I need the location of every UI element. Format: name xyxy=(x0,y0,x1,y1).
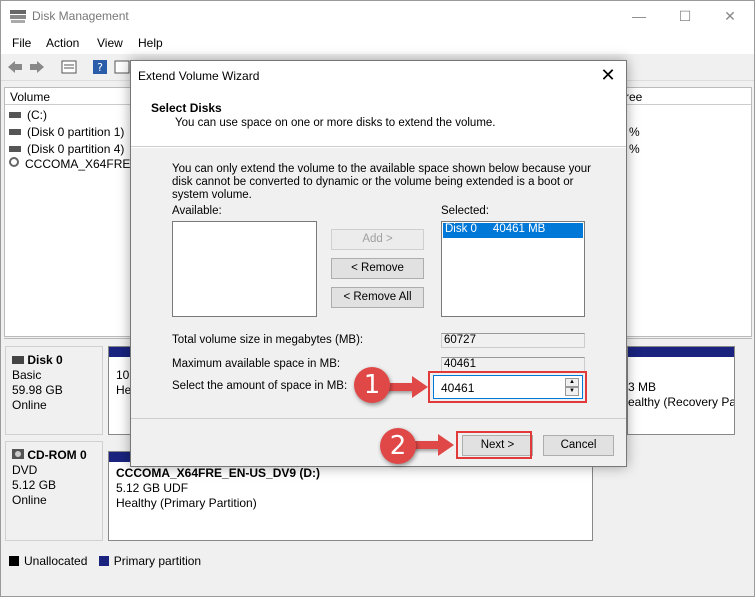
maximize-button[interactable]: ☐ xyxy=(662,1,708,32)
selected-disks-list[interactable]: Disk 0 40461 MB xyxy=(441,221,585,317)
close-button[interactable]: ✕ xyxy=(707,1,753,32)
available-disks-list[interactable] xyxy=(172,221,317,317)
add-button[interactable]: Add > xyxy=(331,229,424,250)
total-size-label: Total volume size in megabytes (MB): xyxy=(172,334,364,346)
svg-text:?: ? xyxy=(97,61,103,74)
cdrom-icon xyxy=(12,449,24,459)
cdrom-0-label[interactable]: CD-ROM 0 DVD 5.12 GB Online xyxy=(5,441,103,541)
max-space-value: 40461 xyxy=(441,357,585,372)
cd-icon xyxy=(9,157,19,167)
cancel-button[interactable]: Cancel xyxy=(543,435,614,456)
disk-0-partition[interactable]: 10 He xyxy=(108,346,132,435)
dialog-header: Select Disks You can use space on one or… xyxy=(131,91,626,147)
remove-button[interactable]: < Remove xyxy=(331,258,424,279)
menu-file[interactable]: File xyxy=(12,36,31,50)
volume-row[interactable]: (Disk 0 partition 1) xyxy=(9,125,124,139)
free-percent: % xyxy=(629,142,640,156)
properties-icon[interactable] xyxy=(61,59,77,75)
step-1-badge: 1 xyxy=(354,367,390,403)
dialog-title: Extend Volume Wizard xyxy=(138,69,260,83)
menu-action[interactable]: Action xyxy=(46,36,79,50)
extend-volume-wizard-dialog: Extend Volume Wizard ✕ Select Disks You … xyxy=(130,60,627,467)
window-title: Disk Management xyxy=(32,9,129,23)
minimize-button[interactable]: — xyxy=(616,1,662,32)
next-highlight xyxy=(456,431,532,459)
column-free-percent[interactable]: ree xyxy=(625,90,642,104)
selected-disk-item[interactable]: Disk 0 40461 MB xyxy=(443,223,583,238)
column-volume[interactable]: Volume xyxy=(10,90,50,104)
forward-arrow-icon[interactable] xyxy=(29,59,45,75)
info-text: You can only extend the volume to the av… xyxy=(172,163,591,201)
available-label: Available: xyxy=(172,205,222,217)
unallocated-swatch xyxy=(9,556,19,566)
selected-label: Selected: xyxy=(441,205,489,217)
title-bar: Disk Management — ☐ ✕ xyxy=(1,1,754,32)
volume-icon xyxy=(9,146,21,152)
menu-bar: File Action View Help xyxy=(1,32,754,54)
volume-row[interactable]: (C:) xyxy=(9,108,47,122)
remove-all-button[interactable]: < Remove All xyxy=(331,287,424,308)
view-icon[interactable] xyxy=(114,59,130,75)
volume-row[interactable]: CCCOMA_X64FRE... xyxy=(9,157,140,171)
disk-0-recovery-partition[interactable]: 3 MB ealthy (Recovery Pa xyxy=(627,346,735,435)
legend: Unallocated Primary partition xyxy=(9,554,201,568)
free-percent: % xyxy=(629,125,640,139)
disk-0-label[interactable]: Disk 0 Basic 59.98 GB Online xyxy=(5,346,103,435)
dialog-heading: Select Disks xyxy=(151,101,222,115)
back-arrow-icon[interactable] xyxy=(7,59,23,75)
volume-row[interactable]: (Disk 0 partition 4) xyxy=(9,142,124,156)
dialog-footer: Next > Cancel xyxy=(131,418,626,466)
help-icon[interactable]: ? xyxy=(92,59,108,75)
volume-icon xyxy=(9,112,21,118)
disk-management-icon xyxy=(10,10,26,23)
disk-icon xyxy=(12,356,24,364)
amount-label: Select the amount of space in MB: xyxy=(172,380,348,392)
step-2-badge: 2 xyxy=(380,428,416,464)
dialog-subheading: You can use space on one or more disks t… xyxy=(175,117,496,129)
max-space-label: Maximum available space in MB: xyxy=(172,358,341,370)
volume-icon xyxy=(9,129,21,135)
primary-partition-swatch xyxy=(98,556,109,566)
total-size-value: 60727 xyxy=(441,333,585,348)
menu-help[interactable]: Help xyxy=(138,36,163,50)
amount-highlight xyxy=(428,371,587,403)
menu-view[interactable]: View xyxy=(97,36,123,50)
dialog-close-icon[interactable]: ✕ xyxy=(598,65,618,85)
